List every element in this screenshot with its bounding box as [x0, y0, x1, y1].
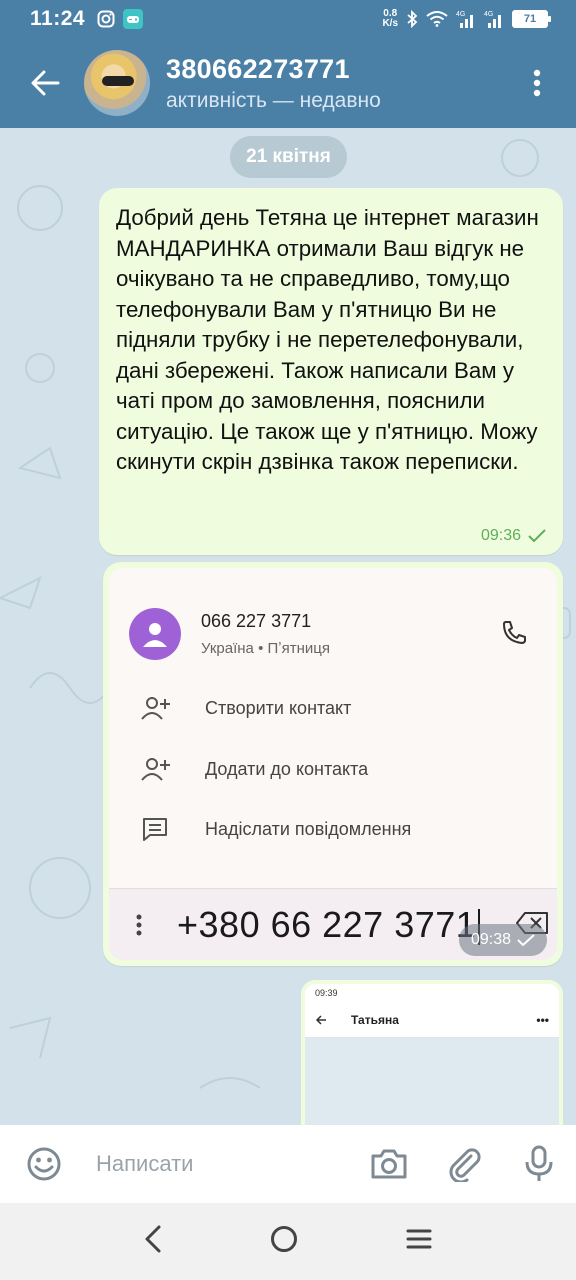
- status-time: 11:24: [30, 7, 86, 30]
- back-button[interactable]: [0, 38, 90, 128]
- bluetooth-icon: [406, 10, 418, 28]
- battery-indicator: 71: [512, 10, 551, 28]
- status-bar: 11:24 0.8 K/s 4G 4G 71: [0, 0, 576, 38]
- outgoing-message[interactable]: Добрий день Тетяна це інтернет магазин М…: [99, 188, 563, 555]
- mini-chat-header: Татьяна •••: [305, 1002, 559, 1038]
- microphone-icon: [525, 1145, 552, 1181]
- action-add-to-contact: Додати до контакта: [141, 749, 368, 789]
- check-icon: [517, 934, 535, 946]
- more-options-button[interactable]: [512, 38, 562, 128]
- chevron-left-icon: [145, 1225, 161, 1253]
- system-nav-bar: [0, 1203, 576, 1280]
- camera-button[interactable]: [351, 1147, 426, 1181]
- arrow-left-icon: [315, 1014, 326, 1025]
- svg-text:4G: 4G: [456, 11, 465, 18]
- message-input[interactable]: Написати: [96, 1151, 351, 1177]
- circle-icon: [271, 1226, 297, 1252]
- contact-details: Україна • Пʼятниця: [201, 640, 330, 657]
- paperclip-icon: [449, 1148, 481, 1182]
- message-text: Добрий день Тетяна це інтернет магазин М…: [116, 205, 539, 474]
- dialed-number: +380 66 227 3771: [177, 904, 481, 946]
- menu-icon: [406, 1229, 432, 1249]
- game-app-icon: [123, 9, 144, 29]
- instagram-icon: [97, 10, 115, 28]
- outgoing-image-message[interactable]: 066 227 3771 Україна • Пʼятниця Створити…: [103, 562, 563, 966]
- screenshot-image-2[interactable]: 09:39 Татьяна •••: [305, 984, 559, 1125]
- message-input-bar: Написати: [0, 1125, 576, 1203]
- chat-header: 380662273771 активність — недавно: [0, 38, 576, 128]
- mini-more: •••: [536, 1012, 549, 1027]
- outgoing-image-message-2[interactable]: 09:39 Татьяна •••: [301, 980, 563, 1125]
- chat-title-block[interactable]: 380662273771 активність — недавно: [166, 54, 381, 113]
- mini-chat-title: Татьяна: [351, 1012, 399, 1027]
- voice-button[interactable]: [501, 1145, 576, 1183]
- action-send-message: Надіслати повідомлення: [141, 809, 411, 849]
- message-meta: 09:36: [481, 527, 547, 545]
- contact-row: 066 227 3771 Україна • Пʼятниця: [129, 604, 537, 664]
- check-icon: [528, 529, 546, 543]
- emoji-button[interactable]: [0, 1146, 88, 1182]
- date-separator: 21 квітня: [230, 136, 347, 178]
- message-time: 09:38: [470, 931, 511, 948]
- message-time: 09:36: [480, 527, 521, 544]
- emoji-icon: [27, 1147, 61, 1181]
- contact-avatar-icon: [129, 608, 181, 660]
- action-create-contact: Створити контакт: [141, 688, 351, 728]
- arrow-left-icon: [31, 70, 60, 96]
- mini-status-bar: 09:39: [305, 984, 559, 1002]
- screenshot-image[interactable]: 066 227 3771 Україна • Пʼятниця Створити…: [109, 568, 557, 960]
- wifi-icon: [426, 11, 448, 27]
- nav-menu-button[interactable]: [405, 1227, 433, 1256]
- image-message-meta: 09:38: [458, 924, 547, 956]
- chat-area[interactable]: 21 квітня Добрий день Тетяна це інтернет…: [0, 128, 576, 1125]
- chat-status: активність — недавно: [166, 88, 381, 112]
- phone-call-icon: [501, 619, 527, 650]
- nav-back-button[interactable]: [143, 1224, 163, 1259]
- signal-icon: 4G: [456, 9, 476, 29]
- nav-home-button[interactable]: [269, 1224, 299, 1259]
- camera-icon: [371, 1149, 406, 1179]
- avatar[interactable]: [84, 50, 150, 116]
- chat-title: 380662273771: [166, 53, 350, 84]
- message-icon: [143, 818, 167, 841]
- signal-icon-2: 4G: [484, 9, 504, 29]
- person-add-icon: [141, 758, 170, 781]
- more-vertical-icon: [533, 69, 541, 97]
- contact-number: 066 227 3771: [201, 611, 312, 631]
- attach-button[interactable]: [426, 1146, 501, 1182]
- svg-text:4G: 4G: [484, 11, 493, 18]
- network-speed: 0.8 K/s: [382, 8, 398, 29]
- person-add-icon: [141, 697, 170, 720]
- more-vertical-icon: [109, 914, 169, 936]
